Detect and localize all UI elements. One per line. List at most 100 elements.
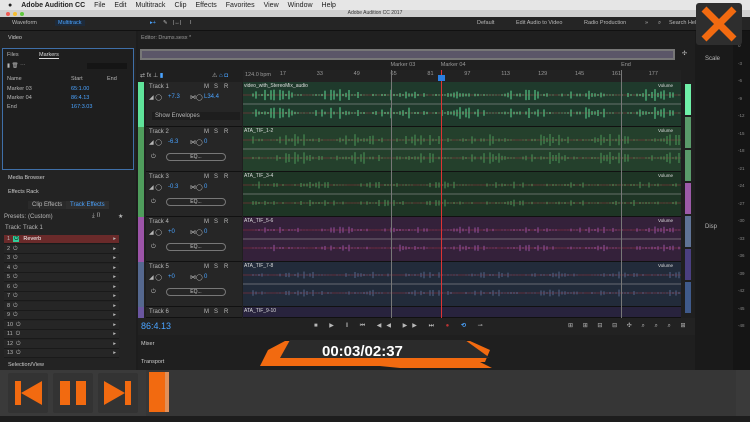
effect-slot[interactable]: 4 ⏻ ▸ [4, 264, 119, 273]
power-icon[interactable]: ⏻ [13, 303, 17, 309]
mute-button[interactable]: M [204, 174, 209, 180]
menu-multitrack[interactable]: Multitrack [135, 2, 165, 9]
pan-knob-icon[interactable]: ⋈◯ [190, 229, 203, 236]
markers-tab[interactable]: Markers [39, 52, 59, 59]
power-icon[interactable]: ⏻ [151, 289, 156, 296]
solo-button[interactable]: S [214, 174, 218, 180]
power-icon[interactable]: ⏻ [13, 274, 17, 280]
record-arm-button[interactable]: R [224, 219, 228, 225]
clip-effects-tab[interactable]: Clip Effects [28, 201, 66, 209]
eq-button[interactable]: EQ... [166, 198, 226, 206]
track-name[interactable]: Track 6 [149, 309, 169, 315]
track-lane[interactable]: ATA_TIF_5-6 Volume [243, 217, 681, 262]
effect-slot[interactable]: 12 ⏻ ▸ [4, 340, 119, 349]
eq-button[interactable]: EQ... [166, 288, 226, 296]
menu-help[interactable]: Help [322, 2, 336, 9]
menu-edit[interactable]: Edit [114, 2, 126, 9]
solo-button[interactable]: S [214, 84, 218, 90]
power-icon[interactable]: ⏻ [13, 265, 17, 271]
search-help-input[interactable]: Search Help [669, 20, 699, 26]
power-icon[interactable]: ⏻ [16, 331, 20, 337]
marker-row-name[interactable]: Marker 03 [7, 86, 32, 92]
effect-slot[interactable]: 6 ⏻ ▸ [4, 283, 119, 292]
previous-button[interactable] [8, 373, 48, 413]
track-pan[interactable]: 0 [204, 139, 207, 145]
next-button[interactable] [98, 373, 138, 413]
solo-button[interactable]: S [214, 129, 218, 135]
track-pan[interactable]: 0 [204, 274, 207, 280]
power-icon[interactable]: ⏻ [13, 255, 17, 261]
track-pan[interactable]: 0 [204, 229, 207, 235]
effect-slot[interactable]: 10 ⏻ ▸ [4, 321, 119, 330]
pan-knob-icon[interactable]: ⋈◯ [190, 184, 203, 191]
zoom-buttons[interactable]: ⊞ ⊞ ⊟ ⊟ ✣ ⌕ ⌕ ⌕ ⊞ [568, 322, 690, 330]
mute-button[interactable]: M [204, 309, 209, 315]
marker-flag[interactable]: End [621, 62, 631, 68]
volume-knob-icon[interactable]: ◢ ◯ [149, 229, 162, 236]
record-arm-button[interactable]: R [224, 174, 228, 180]
menu-view[interactable]: View [264, 2, 279, 9]
mute-button[interactable]: M [204, 129, 209, 135]
solo-button[interactable]: S [214, 309, 218, 315]
marker-row-name[interactable]: End [7, 104, 17, 110]
close-window-button[interactable] [6, 12, 10, 16]
zoom-navigator-icon[interactable]: ✣ [682, 50, 687, 57]
expand-arrow-icon[interactable]: ▸ [113, 349, 116, 358]
col-end[interactable]: End [107, 76, 117, 82]
more-workspaces-button[interactable]: » [645, 20, 648, 26]
expand-arrow-icon[interactable]: ▸ [113, 283, 116, 292]
menu-app[interactable]: Adobe Audition CC [21, 2, 85, 9]
save-preset-icon[interactable]: ⤓ ▯ [92, 213, 101, 220]
expand-arrow-icon[interactable]: ▸ [113, 245, 116, 254]
pause-button[interactable] [53, 373, 93, 413]
expand-arrow-icon[interactable]: ▸ [113, 311, 116, 320]
effect-slot[interactable]: 5 ⏻ ▸ [4, 273, 119, 282]
track-name[interactable]: Track 3 [149, 174, 169, 180]
power-icon[interactable]: ⏻ [13, 236, 19, 242]
marker-row-name[interactable]: Marker 04 [7, 95, 32, 101]
track-pan[interactable]: L34.4 [204, 94, 219, 100]
track-volume[interactable]: +0 [168, 229, 175, 235]
close-overlay-button[interactable] [696, 3, 742, 45]
marker-row-start[interactable]: 65:1.00 [71, 86, 89, 92]
clip-name[interactable]: ATA_TIF_9-10 [244, 308, 276, 314]
solo-button[interactable]: S [214, 264, 218, 270]
marker-row-start[interactable]: 167:3.03 [71, 104, 92, 110]
metronome-icon[interactable]: ⚠ ⌂ ◘ [212, 72, 228, 79]
marker-flag[interactable]: Marker 04 [441, 62, 466, 68]
pan-knob-icon[interactable]: ⋈◯ [190, 139, 203, 146]
show-envelopes-dropdown[interactable]: Show Envelopes [152, 112, 240, 120]
track-name[interactable]: Track 2 [149, 129, 169, 135]
maximize-window-button[interactable] [20, 12, 24, 16]
track-lane[interactable]: video_with_StereoMix_audio Volume [243, 82, 681, 127]
waveform-tab[interactable]: Waveform [12, 20, 37, 26]
track-volume[interactable]: +0 [168, 274, 175, 280]
effect-slot[interactable]: 8 ⏻ ▸ [4, 302, 119, 311]
marker-flag[interactable]: Marker 03 [391, 62, 416, 68]
menu-file[interactable]: File [94, 2, 105, 9]
menu-favorites[interactable]: Favorites [226, 2, 255, 9]
effect-slot[interactable]: 1 ⏻ Reverb ▸ [4, 235, 119, 244]
track-tools-icons[interactable]: ⇄ fx ⊥ ▮ [140, 72, 163, 79]
col-name[interactable]: Name [7, 76, 22, 82]
media-browser-tab[interactable]: Media Browser [8, 175, 45, 181]
eq-button[interactable]: EQ... [166, 153, 226, 161]
slip-tool-icon[interactable]: |↔| [173, 20, 181, 26]
marker-search-input[interactable] [87, 63, 127, 69]
volume-knob-icon[interactable]: ◢ ◯ [149, 139, 162, 146]
power-icon[interactable]: ⏻ [151, 154, 156, 161]
expand-arrow-icon[interactable]: ▸ [113, 292, 116, 301]
apple-icon[interactable]: ● [8, 2, 12, 9]
effect-slot[interactable]: 7 ⏻ ▸ [4, 292, 119, 301]
transport-buttons[interactable]: ■ ▶ ‖ ⏮ ◀◀ ▶▶ ⏭ ● ⟲ ⊸ [314, 322, 488, 330]
expand-arrow-icon[interactable]: ▸ [113, 235, 116, 244]
expand-arrow-icon[interactable]: ▸ [113, 302, 116, 311]
track-lane[interactable]: ATA_TIF_7-8 Volume [243, 262, 681, 307]
effect-slot[interactable]: 13 ⏻ ▸ [4, 349, 119, 358]
workspace-radio-production[interactable]: Radio Production [584, 20, 626, 26]
expand-arrow-icon[interactable]: ▸ [113, 321, 116, 330]
razor-tool-icon[interactable]: ✎ [163, 20, 168, 26]
power-icon[interactable]: ⏻ [13, 312, 17, 318]
track-name[interactable]: Track 4 [149, 219, 169, 225]
expand-arrow-icon[interactable]: ▸ [113, 264, 116, 273]
